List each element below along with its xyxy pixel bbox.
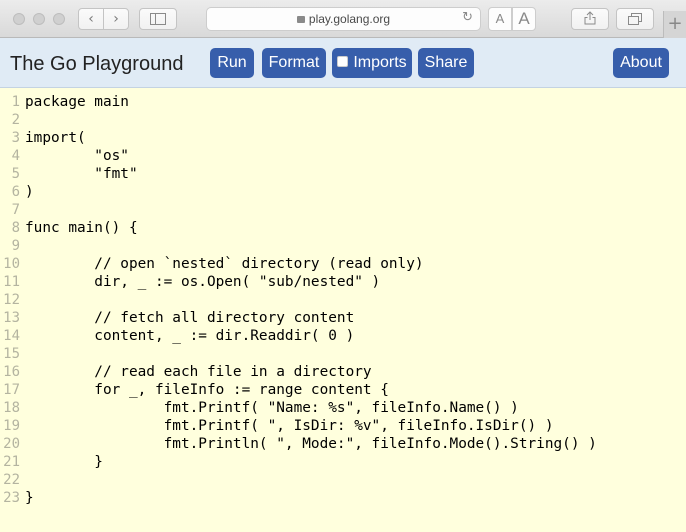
code-text[interactable]: fmt.Println( ", Mode:", fileInfo.Mode().…: [25, 435, 597, 453]
code-text[interactable]: }: [25, 453, 103, 471]
code-line[interactable]: 12: [0, 291, 686, 309]
chevron-left-icon: ‹: [88, 11, 94, 27]
sidebar-toggle-button[interactable]: [139, 8, 177, 30]
tabs-icon: [628, 13, 642, 25]
code-line[interactable]: 5 "fmt": [0, 165, 686, 183]
code-line[interactable]: 15: [0, 345, 686, 363]
code-line[interactable]: 14 content, _ := dir.Readdir( 0 ): [0, 327, 686, 345]
code-text[interactable]: for _, fileInfo := range content {: [25, 381, 389, 399]
chevron-right-icon: ›: [113, 11, 119, 27]
line-number: 5: [11, 166, 20, 182]
code-text[interactable]: ): [25, 183, 34, 201]
minimize-window-icon[interactable]: [33, 13, 45, 25]
line-number: 6: [11, 184, 20, 200]
increase-font-button[interactable]: A: [512, 7, 536, 31]
zoom-window-icon[interactable]: [53, 13, 65, 25]
tab-overview-button[interactable]: [616, 8, 654, 30]
code-text[interactable]: // read each file in a directory: [25, 363, 371, 381]
line-number: 18: [3, 400, 20, 416]
browser-toolbar: ‹ › play.golang.org ↻ A A +: [0, 0, 686, 38]
code-line[interactable]: 20 fmt.Println( ", Mode:", fileInfo.Mode…: [0, 435, 686, 453]
code-line[interactable]: 9: [0, 237, 686, 255]
code-line[interactable]: 8 func main() {: [0, 219, 686, 237]
line-number: 20: [3, 436, 20, 452]
plus-icon: +: [667, 13, 683, 34]
code-text[interactable]: // fetch all directory content: [25, 309, 354, 327]
line-number: 2: [11, 112, 20, 128]
reload-icon[interactable]: ↻: [462, 10, 473, 25]
code-line[interactable]: 2: [0, 111, 686, 129]
code-line[interactable]: 13 // fetch all directory content: [0, 309, 686, 327]
line-number: 1: [11, 94, 20, 110]
code-text[interactable]: fmt.Printf( "Name: %s", fileInfo.Name() …: [25, 399, 519, 417]
code-text[interactable]: import(: [25, 129, 86, 147]
playground-header: The Go Playground Run Format Imports Sha…: [0, 38, 686, 88]
line-number: 17: [3, 382, 20, 398]
url-text: play.golang.org: [308, 12, 391, 26]
share-button[interactable]: Share: [418, 48, 474, 78]
about-button[interactable]: About: [613, 48, 669, 78]
code-line[interactable]: 10 // open `nested` directory (read only…: [0, 255, 686, 273]
code-text[interactable]: fmt.Printf( ", IsDir: %v", fileInfo.IsDi…: [25, 417, 554, 435]
line-number: 13: [3, 310, 20, 326]
code-text[interactable]: "fmt": [25, 165, 137, 183]
line-number: 9: [11, 238, 20, 254]
forward-button[interactable]: ›: [103, 8, 129, 30]
code-text[interactable]: content, _ := dir.Readdir( 0 ): [25, 327, 354, 345]
line-number: 15: [3, 346, 20, 362]
line-number: 14: [3, 328, 20, 344]
code-line[interactable]: 11 dir, _ := os.Open( "sub/nested" ): [0, 273, 686, 291]
close-window-icon[interactable]: [13, 13, 25, 25]
format-button[interactable]: Format: [262, 48, 326, 78]
code-line[interactable]: 7: [0, 201, 686, 219]
share-icon: [584, 11, 596, 25]
decrease-font-button[interactable]: A: [488, 7, 512, 31]
line-number: 22: [3, 472, 20, 488]
imports-toggle[interactable]: Imports: [332, 48, 412, 78]
run-button[interactable]: Run: [210, 48, 254, 78]
code-line[interactable]: 18 fmt.Printf( "Name: %s", fileInfo.Name…: [0, 399, 686, 417]
line-number: 11: [3, 274, 20, 290]
lock-icon: [296, 16, 305, 23]
line-number: 10: [3, 256, 20, 272]
line-number: 19: [3, 418, 20, 434]
share-page-button[interactable]: [571, 8, 609, 30]
line-number: 16: [3, 364, 20, 380]
code-line[interactable]: 1 package main: [0, 93, 686, 111]
address-bar[interactable]: play.golang.org ↻: [206, 7, 481, 31]
code-line[interactable]: 22: [0, 471, 686, 489]
code-line[interactable]: 21 }: [0, 453, 686, 471]
line-number: 3: [11, 130, 20, 146]
line-number: 4: [11, 148, 20, 164]
code-line[interactable]: 17 for _, fileInfo := range content {: [0, 381, 686, 399]
line-number: 23: [3, 490, 20, 506]
code-line[interactable]: 4 "os": [0, 147, 686, 165]
code-line[interactable]: 16 // read each file in a directory: [0, 363, 686, 381]
sidebar-icon: [150, 13, 166, 25]
code-text[interactable]: "os": [25, 147, 129, 165]
line-number: 7: [11, 202, 20, 218]
code-line[interactable]: 3 import(: [0, 129, 686, 147]
imports-label: Imports: [353, 54, 407, 71]
code-text[interactable]: func main() {: [25, 219, 138, 237]
line-number: 8: [11, 220, 20, 236]
code-text[interactable]: dir, _ := os.Open( "sub/nested" ): [25, 273, 380, 291]
line-number: 12: [3, 292, 20, 308]
code-line[interactable]: 23}: [0, 489, 686, 507]
back-button[interactable]: ‹: [78, 8, 104, 30]
code-line[interactable]: 6): [0, 183, 686, 201]
code-text[interactable]: // open `nested` directory (read only): [25, 255, 423, 273]
code-line[interactable]: 19 fmt.Printf( ", IsDir: %v", fileInfo.I…: [0, 417, 686, 435]
code-editor[interactable]: 1 package main 2 3 import(4 "os" 5 "fmt" 6) 7 8 f…: [0, 88, 686, 532]
new-tab-button[interactable]: +: [663, 11, 686, 38]
code-text[interactable]: package main: [25, 93, 129, 111]
page-title: The Go Playground: [10, 53, 184, 75]
imports-checkbox[interactable]: [337, 56, 349, 68]
code-text[interactable]: }: [25, 489, 34, 507]
line-number: 21: [3, 454, 20, 470]
